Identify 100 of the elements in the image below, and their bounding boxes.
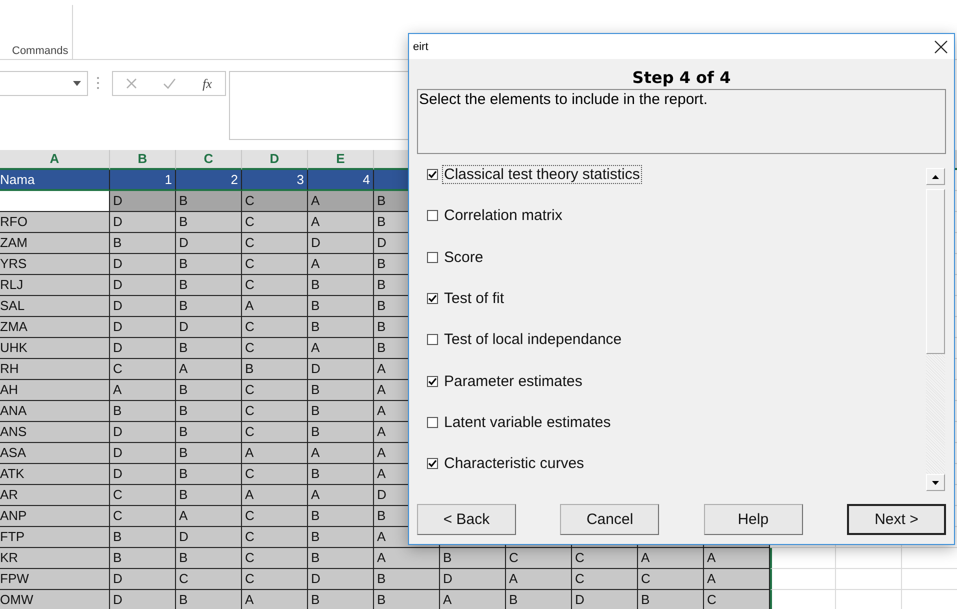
option-label[interactable]: Characteristic curves (442, 454, 586, 474)
table-cell: C (704, 590, 770, 609)
table-cell: D (110, 275, 176, 296)
table-cell: A (704, 569, 770, 590)
table-cell: D (110, 422, 176, 443)
table-cell: B (308, 401, 374, 422)
table-cell: A (176, 506, 242, 527)
name-cell: RFO (0, 212, 110, 233)
table-cell: A (374, 548, 440, 569)
table-cell: B (176, 338, 242, 359)
table-cell: A (176, 359, 242, 380)
name-cell: YRS (0, 254, 110, 275)
table-cell: B (440, 548, 506, 569)
table-cell: C (506, 548, 572, 569)
table-cell: A (242, 296, 308, 317)
table-cell: B (308, 380, 374, 401)
option-label[interactable]: Score (442, 248, 486, 267)
table-cell: 1 (110, 170, 176, 191)
column-header[interactable]: C (176, 150, 242, 170)
table-cell: B (308, 422, 374, 443)
name-cell: UHK (0, 338, 110, 359)
option-label[interactable]: Test of local independance (442, 330, 624, 350)
table-cell: D (176, 317, 242, 338)
table-cell: A (704, 548, 770, 569)
table-cell: C (110, 506, 176, 527)
column-header[interactable]: B (110, 150, 176, 170)
table-cell: B (506, 590, 572, 609)
table-cell: B (176, 443, 242, 464)
table-cell: B (638, 590, 704, 609)
insert-function-button[interactable]: fx (202, 76, 212, 92)
description-text: Select the elements to include in the report. (417, 89, 946, 154)
name-cell: SAL (0, 296, 110, 317)
table-cell: B (176, 590, 242, 609)
table-cell: B (374, 569, 440, 590)
dialog-button[interactable]: Cancel (560, 504, 660, 535)
table-cell: C (572, 569, 638, 590)
table-cell: B (176, 212, 242, 233)
table-cell: C (572, 548, 638, 569)
table-cell: D (110, 191, 176, 212)
table-cell: B (308, 275, 374, 296)
table-cell: D (110, 443, 176, 464)
table-cell: C (242, 233, 308, 254)
table-cell: B (308, 464, 374, 485)
table-cell: B (110, 401, 176, 422)
name-cell: ZMA (0, 317, 110, 338)
table-cell: B (308, 590, 374, 609)
table-cell: B (308, 548, 374, 569)
table-cell: B (308, 317, 374, 338)
table-cell: A (242, 590, 308, 609)
table-cell: C (242, 527, 308, 548)
table-cell: A (308, 338, 374, 359)
name-cell: RLJ (0, 275, 110, 296)
table-cell: A (242, 443, 308, 464)
option-label[interactable]: Classical test theory statistics (442, 165, 642, 184)
name-cell: FPW (0, 569, 110, 590)
table-cell: D (110, 254, 176, 275)
window-title: eirt (413, 40, 428, 52)
table-cell: B (176, 254, 242, 275)
name-cell: AH (0, 380, 110, 401)
dialog-button[interactable]: Help (704, 504, 803, 535)
table-cell: B (176, 191, 242, 212)
option-label[interactable]: Latent variable estimates (442, 412, 613, 432)
table-cell: C (110, 485, 176, 506)
name-cell: Nama (0, 170, 110, 191)
table-cell: B (308, 506, 374, 527)
dialog-button[interactable]: < Back (417, 504, 516, 535)
table-cell: 4 (308, 170, 374, 191)
table-cell: C (638, 569, 704, 590)
table-cell: C (242, 338, 308, 359)
table-cell: C (110, 359, 176, 380)
table-cell: B (176, 296, 242, 317)
dialog-button[interactable]: Next > (846, 504, 946, 535)
name-cell: ANA (0, 401, 110, 422)
name-cell: ANP (0, 506, 110, 527)
table-cell: B (110, 233, 176, 254)
table-cell: A (242, 485, 308, 506)
table-cell: D (110, 338, 176, 359)
table-cell: B (176, 380, 242, 401)
table-cell: A (308, 443, 374, 464)
table-cell: D (440, 569, 506, 590)
table-cell: B (176, 548, 242, 569)
column-header[interactable]: D (242, 150, 308, 170)
table-cell: D (110, 464, 176, 485)
table-cell: A (308, 254, 374, 275)
table-cell: C (242, 380, 308, 401)
table-cell: C (242, 254, 308, 275)
table-cell: B (176, 464, 242, 485)
table-cell: C (242, 506, 308, 527)
table-cell: A (308, 485, 374, 506)
table-cell: B (176, 422, 242, 443)
column-header[interactable]: E (308, 150, 374, 170)
option-label[interactable]: Correlation matrix (442, 206, 564, 226)
table-cell: A (308, 191, 374, 212)
option-label[interactable]: Test of fit (442, 289, 506, 308)
option-label[interactable]: Parameter estimates (442, 372, 584, 391)
column-header[interactable]: A (0, 150, 110, 170)
table-cell: 2 (176, 170, 242, 191)
table-cell: B (110, 527, 176, 548)
table-cell: A (638, 548, 704, 569)
table-cell: C (242, 401, 308, 422)
